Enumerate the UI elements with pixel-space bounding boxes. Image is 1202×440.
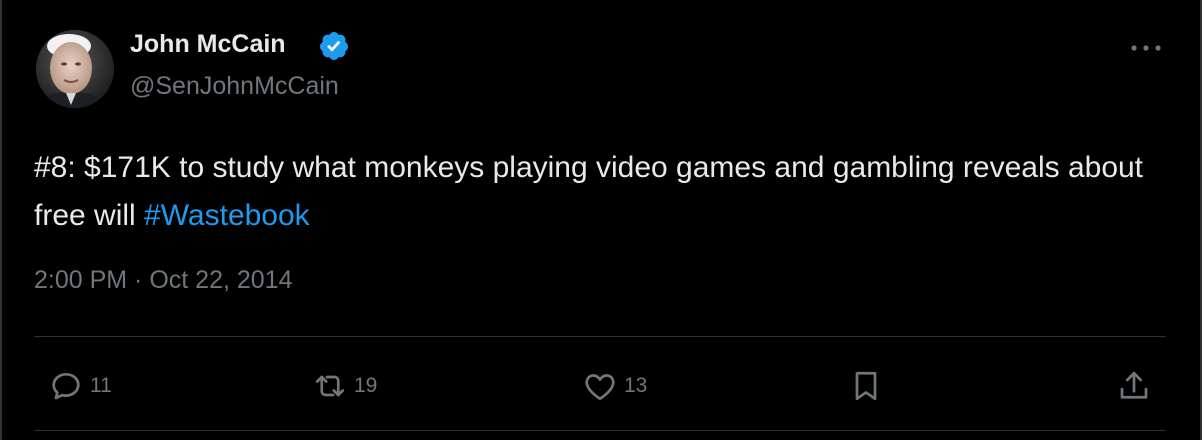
share-button[interactable]	[1116, 366, 1152, 406]
retweet-button[interactable]: 19	[312, 366, 377, 406]
verified-badge-icon[interactable]	[318, 30, 350, 62]
tweet-text: #8: $171K to study what monkeys playing …	[34, 144, 1144, 240]
timestamp-separator: ·	[127, 266, 150, 294]
tweet-date: Oct 22, 2014	[149, 266, 293, 294]
divider	[34, 336, 1166, 337]
reply-button[interactable]: 11	[48, 366, 112, 406]
tweet-timestamp[interactable]: 2:00 PM · Oct 22, 2014	[34, 266, 292, 295]
more-options-button[interactable]	[1126, 36, 1166, 60]
card-left-border	[0, 0, 2, 440]
avatar-image	[36, 30, 114, 108]
like-count: 13	[624, 374, 648, 397]
more-options-icon	[1131, 45, 1161, 51]
reply-count: 11	[90, 374, 112, 397]
bookmark-button[interactable]	[848, 366, 884, 406]
avatar[interactable]	[36, 30, 114, 108]
retweet-count: 19	[354, 374, 378, 397]
tweet-time: 2:00 PM	[34, 266, 128, 294]
reply-icon	[52, 372, 80, 400]
heart-icon	[585, 374, 615, 401]
author-name[interactable]: John McCain	[130, 30, 286, 59]
retweet-icon	[315, 375, 345, 397]
hashtag-link[interactable]: #Wastebook	[144, 199, 310, 232]
like-button[interactable]: 13	[582, 366, 647, 406]
bookmark-icon	[855, 371, 877, 401]
author-handle[interactable]: @SenJohnMcCain	[130, 72, 339, 101]
bottom-divider	[34, 430, 1166, 431]
share-icon	[1120, 371, 1148, 399]
tweet-card: John McCain @SenJohnMcCain #8: $171K to …	[0, 0, 1202, 440]
